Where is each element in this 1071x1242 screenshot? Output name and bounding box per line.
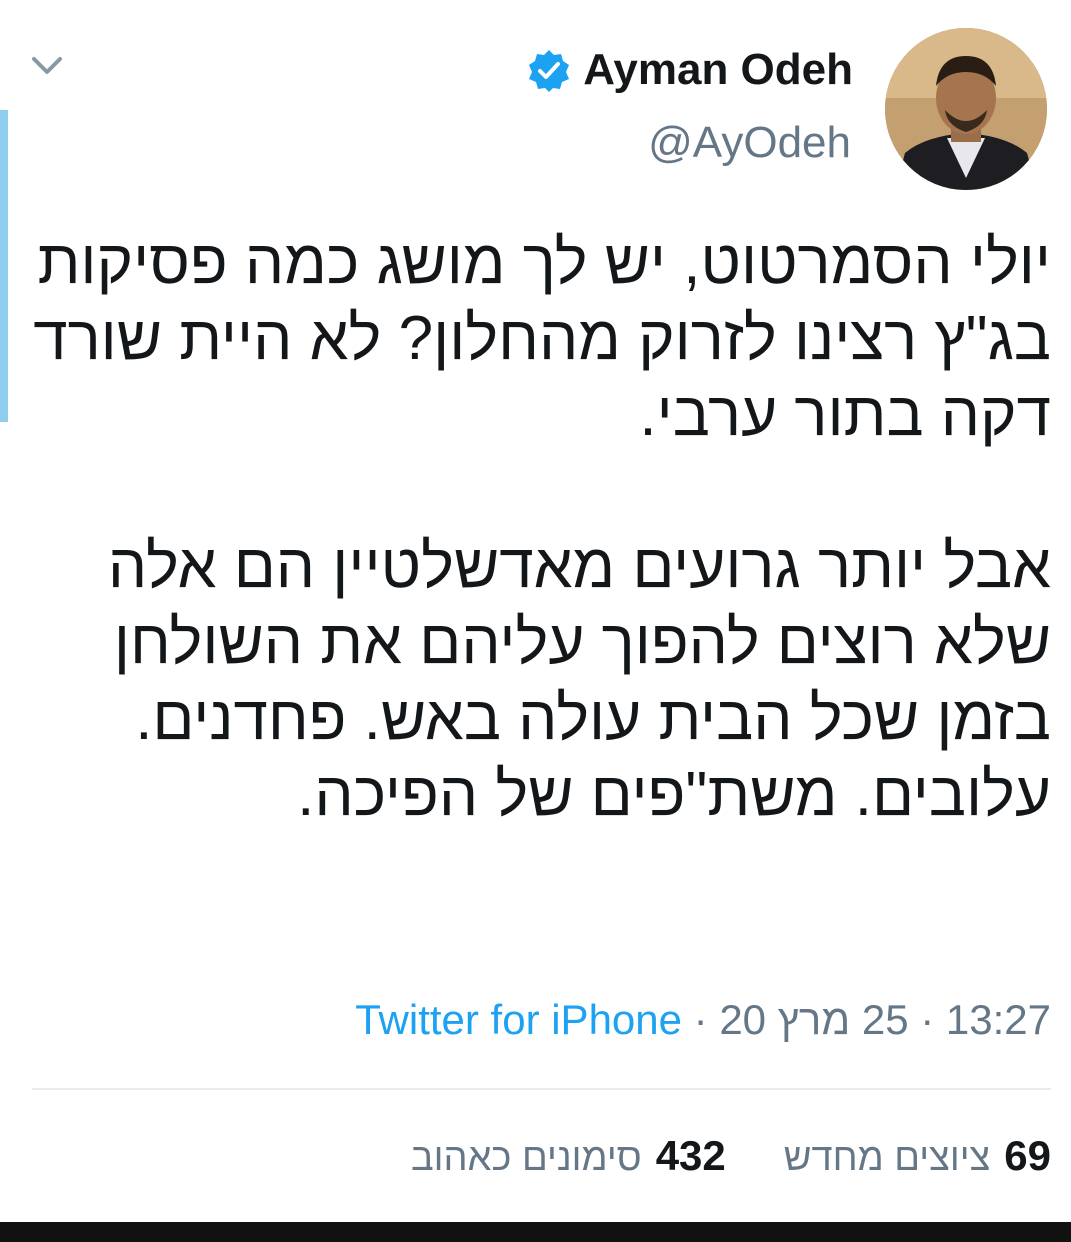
tweet-time: 13:27 [945,996,1051,1043]
divider [32,1088,1051,1090]
likes-label[interactable]: סימונים כאהוב [411,1137,642,1180]
tweet-meta: Twitter for iPhone · 25 מרץ 20 · 13:27 [355,996,1051,1044]
tweet-date: 25 מרץ 20 [719,996,909,1043]
tweet-source-link[interactable]: Twitter for iPhone [355,996,682,1043]
chevron-down-icon[interactable] [28,50,66,80]
likes-count[interactable]: 432 [656,1132,726,1180]
meta-separator: · [682,996,720,1043]
verified-badge-icon [529,50,570,92]
thread-accent-bar [0,110,8,422]
author-name-row[interactable]: Ayman Odeh [527,42,853,98]
avatar-portrait [885,28,1047,190]
bottom-edge [0,1222,1071,1242]
retweets-label[interactable]: ציוצים מחדש [784,1137,991,1180]
meta-separator: · [908,996,946,1043]
retweets-count[interactable]: 69 [1004,1132,1051,1180]
avatar[interactable] [885,28,1047,190]
tweet-text: יולי הסמרטוט, יש לך מושג כמה פסיקות בג"ץ… [33,228,1051,829]
author-name: Ayman Odeh [583,45,853,94]
tweet-stats: 69 ציוצים מחדש 432 סימונים כאהוב [411,1132,1051,1192]
author-handle: @AyOdeh [648,118,851,167]
